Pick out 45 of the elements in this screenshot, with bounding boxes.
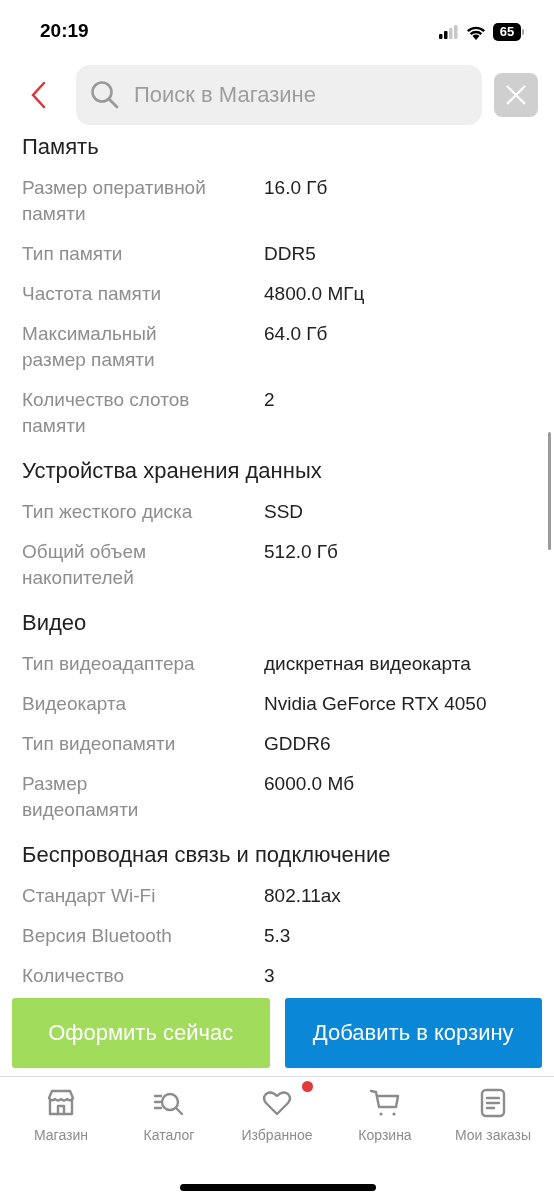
spec-value: 4800.0 МГц bbox=[264, 282, 365, 306]
add-to-cart-button[interactable]: Добавить в корзину bbox=[284, 998, 542, 1068]
wifi-icon bbox=[466, 24, 486, 40]
spec-value: 16.0 Гб bbox=[264, 176, 328, 200]
nav-tab[interactable]: Каталог bbox=[116, 1079, 222, 1143]
spec-label: Стандарт Wi-Fi bbox=[22, 884, 157, 908]
section-heading: Память bbox=[22, 133, 99, 161]
section-heading: Видео bbox=[22, 609, 87, 637]
nav-tab[interactable]: Мои заказы bbox=[440, 1079, 546, 1143]
spec-label: Общий объем накопителей bbox=[22, 540, 148, 590]
spec-value: 3 bbox=[264, 964, 275, 988]
spec-label: Видеокарта bbox=[22, 692, 127, 716]
spec-label: Тип видеоадаптера bbox=[22, 652, 196, 676]
nav-tab[interactable]: Избранное bbox=[224, 1079, 330, 1143]
spec-value: SSD bbox=[264, 500, 304, 524]
battery-icon: 65 bbox=[493, 23, 524, 41]
spec-label: Размер видеопамяти bbox=[22, 772, 140, 822]
spec-value: 512.0 Гб bbox=[264, 540, 338, 564]
back-icon[interactable] bbox=[30, 81, 46, 109]
spec-value: дискретная видеокарта bbox=[264, 652, 471, 676]
spec-label: Количество bbox=[22, 964, 126, 988]
signal-icon bbox=[439, 25, 459, 39]
spec-value: GDDR6 bbox=[264, 732, 331, 756]
nav-tab[interactable]: Корзина bbox=[332, 1079, 438, 1143]
section-heading: Беспроводная связь и подключение bbox=[22, 841, 391, 869]
spec-label: Тип памяти bbox=[22, 242, 124, 266]
section-heading: Устройства хранения данных bbox=[22, 457, 322, 485]
nav-tab[interactable]: Магазин bbox=[8, 1079, 114, 1143]
spec-label: Размер оперативной памяти bbox=[22, 176, 207, 226]
spec-label: Количество слотов памяти bbox=[22, 388, 191, 438]
spec-label: Частота памяти bbox=[22, 282, 163, 306]
spec-value: 2 bbox=[264, 388, 275, 412]
spec-label: Тип жесткого диска bbox=[22, 500, 194, 524]
close-icon bbox=[505, 84, 527, 106]
spec-label: Тип видеопамяти bbox=[22, 732, 177, 756]
spec-value: 64.0 Гб bbox=[264, 322, 328, 346]
spec-value: 5.3 bbox=[264, 924, 291, 948]
search-field[interactable]: Поиск в Магазине bbox=[76, 65, 482, 125]
spec-value: 6000.0 Мб bbox=[264, 772, 355, 796]
spec-value: DDR5 bbox=[264, 242, 316, 266]
spec-label: Максимальный размер памяти bbox=[22, 322, 158, 372]
spec-label: Версия Bluetooth bbox=[22, 924, 173, 948]
spec-value: Nvidia GeForce RTX 4050 bbox=[264, 692, 487, 716]
spec-value: 802.11ax bbox=[264, 884, 341, 908]
status-time: 20:19 bbox=[40, 20, 89, 42]
